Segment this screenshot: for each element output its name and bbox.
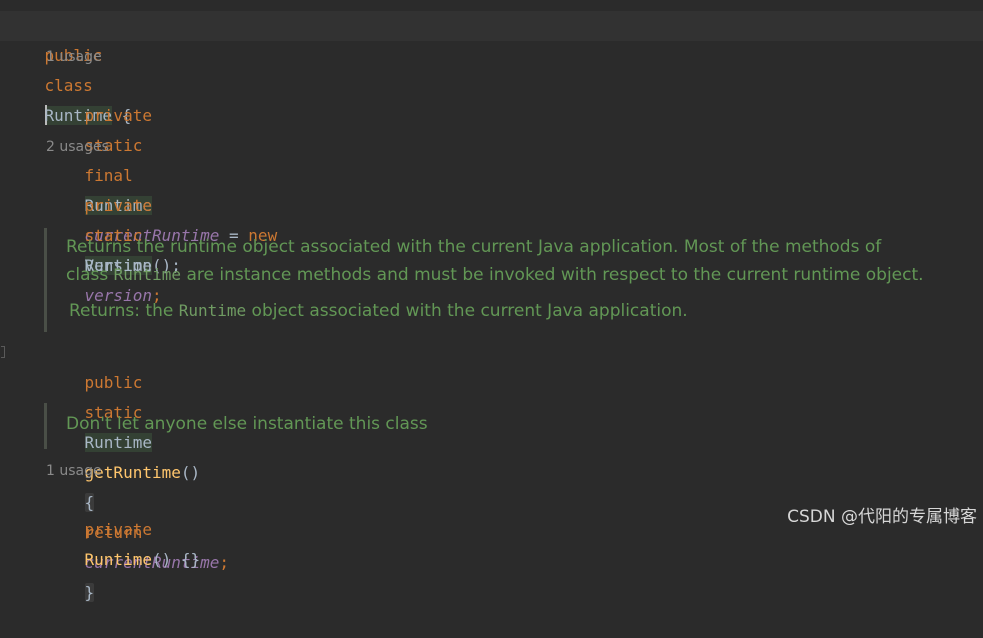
class-declaration-line[interactable]: public class Runtime { — [6, 11, 131, 125]
javadoc-line: Returns the runtime object associated wi… — [66, 237, 882, 257]
keyword-private: private — [84, 520, 152, 539]
javadoc-line: Don't let anyone else instantiate this c… — [66, 414, 428, 434]
javadoc-text: Returns: the — [69, 301, 179, 321]
current-line-highlight — [0, 11, 983, 41]
javadoc-text: are instance methods and must be invoked… — [181, 265, 924, 285]
watermark: CSDN @代阳的专属博客 — [787, 507, 977, 527]
code-editor[interactable]: public class Runtime { 1 usage private s… — [0, 0, 983, 602]
javadoc-code-runtime[interactable]: Runtime — [179, 301, 246, 320]
method-get-runtime-line[interactable]: public static Runtime getRuntime() { ret… — [46, 338, 229, 602]
usage-hint[interactable]: 1 usage — [46, 47, 102, 67]
method-parens: () — [180, 463, 201, 482]
javadoc-line: class Runtime are instance methods and m… — [66, 261, 983, 288]
keyword-private: private — [84, 106, 152, 125]
keyword-public: public — [84, 373, 143, 392]
javadoc-returns: Returns: the Runtime object associated w… — [66, 297, 983, 324]
javadoc-text: object associated with the current Java … — [246, 301, 688, 321]
javadoc-constructor: Don't let anyone else instantiate this c… — [44, 403, 644, 449]
javadoc-get-runtime: Returns the runtime object associated wi… — [44, 228, 983, 332]
usage-hint[interactable]: 2 usages — [46, 137, 109, 157]
fold-marker-icon[interactable] — [1, 346, 5, 358]
field-version-line[interactable]: private static Version version; — [46, 161, 162, 305]
usage-hint[interactable]: 1 usage — [46, 461, 102, 481]
constructor-name-runtime[interactable]: Runtime — [85, 550, 152, 569]
field-current-runtime-line[interactable]: private static final Runtime currentRunt… — [46, 71, 277, 275]
constructor-body: () {} — [151, 550, 201, 569]
folded-close-brace[interactable]: } — [84, 583, 95, 602]
keyword-private: private — [84, 196, 152, 215]
semicolon: ; — [219, 553, 230, 572]
constructor-line[interactable]: private Runtime() {} — [46, 485, 201, 569]
javadoc-code-runtime[interactable]: Runtime — [114, 265, 181, 284]
javadoc-text: class — [66, 265, 114, 285]
